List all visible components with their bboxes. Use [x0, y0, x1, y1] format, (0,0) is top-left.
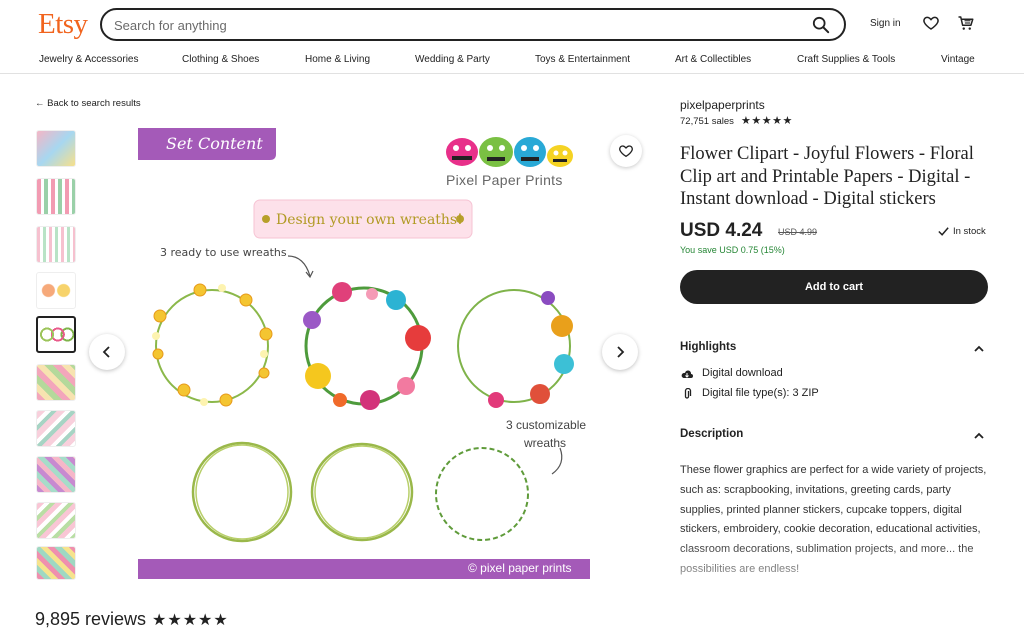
highlight-file-types: Digital file type(s): 3 ZIP	[702, 387, 819, 399]
tagline-label: Design your own wreaths!	[276, 212, 463, 228]
customizable-note-1: 3 customizable	[506, 418, 587, 432]
description-heading[interactable]: Description	[680, 428, 743, 440]
category-art[interactable]: Art & Collectibles	[675, 54, 751, 65]
download-icon	[681, 370, 693, 378]
back-label: Back to search results	[47, 98, 141, 109]
favorites-heart-icon[interactable]	[922, 14, 940, 32]
savings-text: You save USD 0.75 (15%)	[680, 245, 785, 255]
checkmark-icon	[938, 227, 949, 236]
thumbnail-10[interactable]	[36, 546, 76, 580]
next-image-button[interactable]	[602, 334, 638, 370]
highlights-heading[interactable]: Highlights	[680, 341, 736, 353]
thumbnail-4[interactable]	[36, 272, 76, 309]
set-content-label: Set Content	[166, 134, 263, 153]
thumbnail-2[interactable]	[36, 178, 76, 215]
thumbnail-5-selected[interactable]	[36, 316, 76, 353]
description-fade-overlay	[675, 540, 1000, 610]
chevron-up-icon[interactable]	[972, 342, 986, 356]
etsy-logo[interactable]: Etsy	[38, 8, 88, 41]
arrow-left-icon: ←	[35, 98, 45, 109]
shop-rating-stars: ★★★★★	[741, 115, 793, 127]
site-header: Etsy Sign in	[0, 0, 1024, 48]
thumbnail-8[interactable]	[36, 456, 76, 493]
cart-icon[interactable]	[957, 14, 975, 32]
back-to-search-link[interactable]: ← Back to search results	[35, 98, 141, 109]
product-main-image: Set Content Pixel Paper Prints Design yo…	[138, 128, 590, 579]
ready-wreaths-note: 3 ready to use wreaths	[160, 246, 287, 259]
previous-image-button[interactable]	[89, 334, 125, 370]
reviews-rating-stars: ★★★★★	[152, 612, 229, 629]
thumbnail-7[interactable]	[36, 410, 76, 447]
monster-mascots	[446, 137, 573, 167]
wreath-clipart-illustration	[138, 128, 590, 579]
product-title: Flower Clipart - Joyful Flowers - Floral…	[680, 144, 974, 209]
search-bar	[100, 8, 846, 41]
original-price: USD 4.99	[778, 227, 818, 237]
brand-name-label: Pixel Paper Prints	[446, 172, 563, 188]
sign-in-link[interactable]: Sign in	[870, 18, 901, 29]
highlight-digital-download: Digital download	[702, 367, 783, 379]
add-to-cart-button[interactable]: Add to cart	[680, 270, 988, 304]
customizable-note-2: wreaths	[524, 436, 567, 450]
thumbnail-6[interactable]	[36, 364, 76, 401]
category-wedding[interactable]: Wedding & Party	[415, 54, 490, 65]
shop-sales-count: 72,751 sales	[680, 116, 734, 127]
stock-status: In stock	[953, 226, 986, 237]
category-nav: Jewelry & Accessories Clothing & Shoes H…	[0, 50, 1024, 74]
category-clothing[interactable]: Clothing & Shoes	[182, 54, 259, 65]
search-icon[interactable]	[812, 16, 830, 34]
paperclip-icon	[684, 388, 692, 399]
chevron-right-icon	[617, 346, 625, 358]
category-home[interactable]: Home & Living	[305, 54, 370, 65]
reviews-count[interactable]: 9,895 reviews	[35, 609, 146, 630]
category-jewelry[interactable]: Jewelry & Accessories	[39, 54, 138, 65]
thumbnail-3[interactable]	[36, 226, 76, 263]
category-vintage[interactable]: Vintage	[941, 54, 975, 65]
thumbnail-9[interactable]	[36, 502, 76, 539]
thumbnail-1[interactable]	[36, 130, 76, 167]
chevron-left-icon	[102, 346, 110, 358]
category-toys[interactable]: Toys & Entertainment	[535, 54, 630, 65]
shop-name-link[interactable]: pixelpaperprints	[680, 98, 765, 112]
chevron-up-icon[interactable]	[972, 429, 986, 443]
favorite-item-button[interactable]	[610, 135, 642, 167]
category-craft[interactable]: Craft Supplies & Tools	[797, 54, 895, 65]
current-price: USD 4.24	[680, 220, 763, 241]
search-input[interactable]	[114, 16, 794, 34]
image-footer-label: © pixel paper prints	[468, 561, 572, 575]
heart-icon	[619, 145, 633, 158]
